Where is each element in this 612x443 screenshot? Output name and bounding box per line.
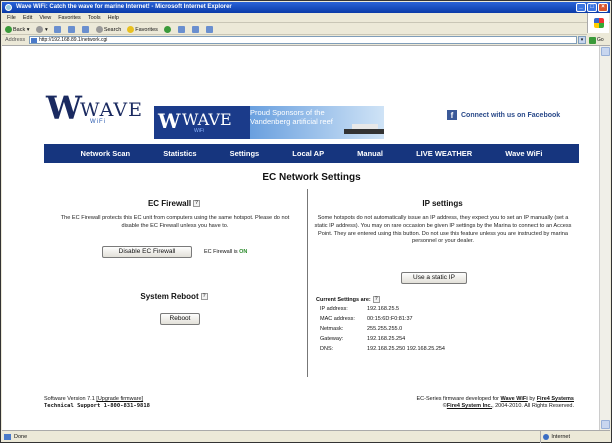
reboot-button[interactable]: Reboot (160, 313, 200, 325)
close-button[interactable]: × (598, 3, 608, 12)
window-titlebar: Wave WiFi: Catch the wave for marine Int… (2, 2, 610, 13)
go-button[interactable]: Go (589, 36, 604, 44)
menu-view[interactable]: View (39, 13, 51, 22)
page-content: W WAVE WiFi W WAVE WiFi Proud Sponsors o… (44, 46, 579, 430)
sponsor-logo-mark: W (158, 109, 181, 133)
menu-tools[interactable]: Tools (88, 13, 101, 22)
facebook-link[interactable]: f Connect with us on Facebook (447, 110, 560, 120)
menu-bar: File Edit View Favorites Tools Help (2, 13, 610, 23)
address-input[interactable]: http://192.168.89.1/network.cgi (29, 36, 577, 44)
window-title: Wave WiFi: Catch the wave for marine Int… (16, 4, 232, 10)
current-settings-title: Current Settings are:? (316, 296, 380, 303)
firewall-title: EC Firewall? (147, 199, 201, 208)
nav-settings[interactable]: Settings (230, 149, 260, 158)
gateway-row: Gateway: 192.168.25.254 (320, 336, 406, 342)
sponsor-text: Proud Sponsors of the Vandenberg artific… (250, 108, 333, 126)
status-text: Done (14, 434, 28, 440)
fire4-link[interactable]: Fire4 Systems (537, 396, 574, 402)
address-dropdown[interactable]: ▾ (578, 36, 586, 44)
menu-file[interactable]: File (7, 13, 16, 22)
firewall-status: EC Firewall is ON (204, 249, 248, 255)
nav-local-ap[interactable]: Local AP (292, 149, 324, 158)
ip-address-row: IP address: 192.168.25.5 (320, 306, 400, 312)
maximize-button[interactable]: □ (587, 3, 597, 12)
logo-mark: W (46, 89, 82, 127)
print-icon[interactable] (191, 25, 199, 33)
scroll-up-button[interactable] (601, 47, 610, 56)
windows-logo (587, 13, 609, 33)
reboot-help-icon[interactable]: ? (200, 293, 208, 301)
firewall-description: The EC Firewall protects this EC unit fr… (60, 215, 290, 229)
favorites-button[interactable]: Favorites (127, 25, 158, 33)
ip-settings-title: IP settings (422, 199, 463, 208)
search-button[interactable]: Search (95, 25, 121, 33)
current-settings-help-icon[interactable]: ? (372, 296, 380, 303)
nav-live-weather[interactable]: LIVE WEATHER (416, 149, 472, 158)
nav-wave-wifi[interactable]: Wave WiFi (505, 149, 542, 158)
page-icon (31, 38, 37, 43)
ip-description: Some hotspots do not automatically issue… (314, 215, 572, 245)
header-banner: W WAVE WiFi W WAVE WiFi Proud Sponsors o… (44, 46, 579, 141)
netmask-row: Netmask: 255.255.255.0 (320, 326, 403, 332)
back-arrow-icon (5, 25, 12, 33)
main-nav: Network Scan Statistics Settings Local A… (44, 144, 579, 163)
left-column: EC Firewall? The EC Firewall protects th… (44, 189, 304, 379)
menu-help[interactable]: Help (108, 13, 119, 22)
edit-icon[interactable] (205, 25, 213, 33)
home-icon[interactable] (81, 25, 89, 33)
ship-image (344, 122, 384, 134)
nav-statistics[interactable]: Statistics (163, 149, 196, 158)
security-zone: Internet (540, 431, 570, 443)
reboot-title: System Reboot? (140, 292, 208, 301)
wave-wifi-logo[interactable]: W WAVE WiFi (46, 89, 142, 130)
globe-icon (543, 434, 550, 440)
minimize-button[interactable]: _ (576, 3, 586, 12)
page-viewport: W WAVE WiFi W WAVE WiFi Proud Sponsors o… (2, 46, 599, 430)
search-icon (95, 25, 103, 33)
browser-window: Wave WiFi: Catch the wave for marine Int… (0, 0, 612, 443)
footer-left: Software Version 7.1 [Upgrade firmware] … (44, 396, 150, 409)
star-icon (127, 25, 135, 33)
disable-firewall-button[interactable]: Disable EC Firewall (102, 246, 192, 258)
page-done-icon (4, 434, 11, 440)
status-bar: Done Internet (2, 430, 610, 443)
stop-icon[interactable] (53, 25, 61, 33)
media-icon[interactable] (163, 25, 171, 33)
firewall-help-icon[interactable]: ? (193, 200, 201, 208)
forward-button[interactable]: ▾ (35, 25, 48, 33)
upgrade-firmware-link[interactable]: [Upgrade firmware] (96, 396, 143, 402)
mac-address-row: MAC address: 00:15:6D:F0:81:37 (320, 316, 413, 322)
page-title: EC Network Settings (262, 172, 361, 183)
sponsor-banner[interactable]: W WAVE WiFi Proud Sponsors of the Vanden… (154, 106, 384, 139)
browser-toolbar: Back ▾ ▾ Search Favorites (2, 24, 587, 35)
facebook-icon: f (447, 110, 457, 120)
nav-network-scan[interactable]: Network Scan (81, 149, 131, 158)
column-divider (307, 189, 308, 377)
menu-edit[interactable]: Edit (23, 13, 32, 22)
static-ip-button[interactable]: Use a static IP (401, 272, 467, 284)
footer-right: EC-Series firmware developed for Wave Wi… (416, 396, 574, 409)
firewall-status-value: ON (239, 249, 248, 255)
refresh-icon[interactable] (67, 25, 75, 33)
menu-favorites[interactable]: Favorites (58, 13, 81, 22)
wave-wifi-link[interactable]: Wave WiFi (501, 396, 528, 402)
forward-arrow-icon (35, 25, 43, 33)
dns-row: DNS: 192.168.25.250 192.168.25.254 (320, 346, 445, 352)
fire4-copyright-link[interactable]: Fire4 System Inc. (447, 403, 492, 409)
right-column: IP settings Some hotspots do not automat… (310, 189, 575, 379)
address-bar: Address http://192.168.89.1/network.cgi … (2, 35, 610, 46)
go-arrow-icon (589, 36, 596, 44)
windows-flag-icon (593, 18, 604, 28)
scroll-down-button[interactable] (601, 420, 610, 429)
support-line: Technical Support 1-800-831-9818 (44, 403, 150, 409)
ie-icon (5, 4, 12, 11)
address-label: Address (5, 37, 26, 43)
vertical-scrollbar[interactable] (599, 46, 610, 430)
nav-manual[interactable]: Manual (357, 149, 383, 158)
mail-icon[interactable] (177, 25, 185, 33)
back-button[interactable]: Back ▾ (5, 25, 30, 33)
